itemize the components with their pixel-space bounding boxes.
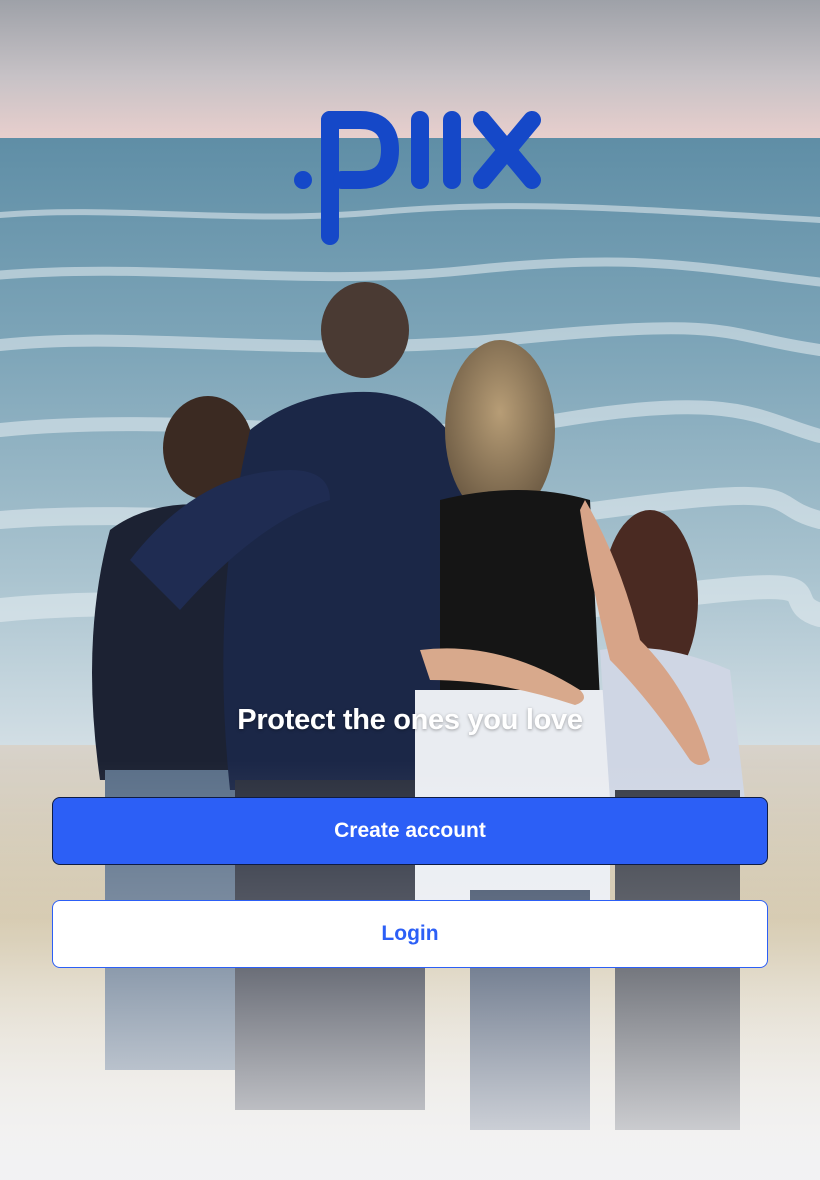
login-label: Login bbox=[381, 922, 439, 945]
piix-logo bbox=[294, 111, 541, 245]
create-account-label: Create account bbox=[334, 819, 486, 842]
tagline: Protect the ones you love bbox=[237, 704, 583, 736]
login-button[interactable]: Login bbox=[52, 900, 768, 968]
create-account-button[interactable]: Create account bbox=[52, 797, 768, 865]
